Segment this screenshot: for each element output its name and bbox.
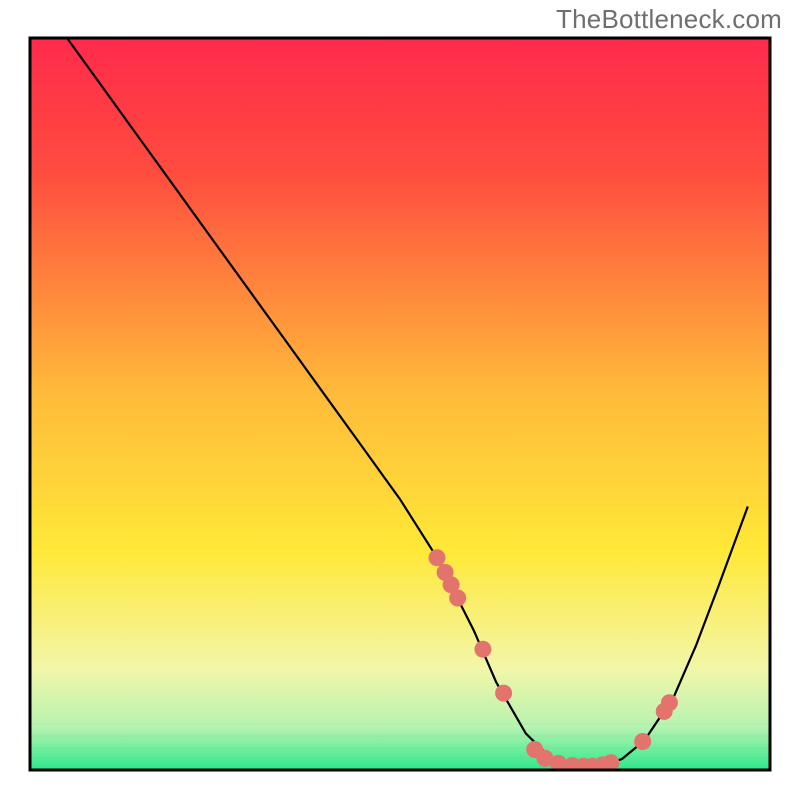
chart-svg xyxy=(0,0,800,800)
marker-dot xyxy=(634,733,651,750)
marker-dot xyxy=(495,685,512,702)
watermark-text: TheBottleneck.com xyxy=(556,4,782,35)
marker-dot xyxy=(474,641,491,658)
marker-dot xyxy=(429,549,446,566)
marker-dot xyxy=(661,694,678,711)
chart-frame: TheBottleneck.com xyxy=(0,0,800,800)
marker-dot xyxy=(449,590,466,607)
plot-background xyxy=(30,38,770,770)
